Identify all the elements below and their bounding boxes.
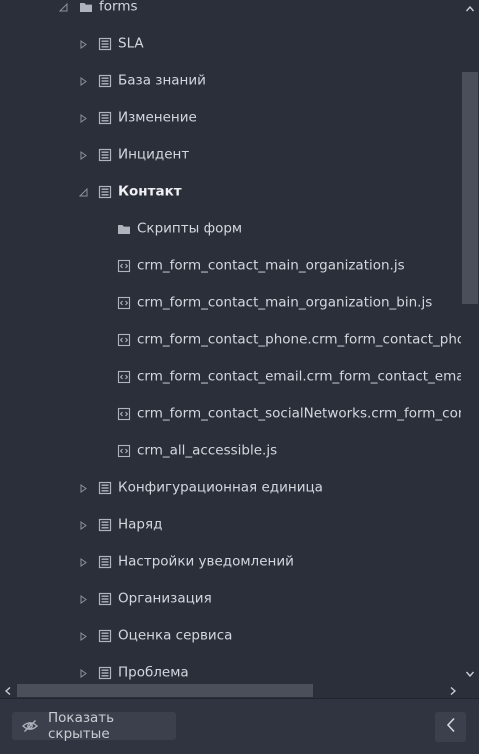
form-icon [98,518,112,532]
expand-arrow-right-icon[interactable] [78,76,88,86]
script-file-icon [117,370,131,384]
tree-item-label: Инцидент [118,146,190,163]
tree-row[interactable]: Проблема [0,658,461,683]
tree-row[interactable]: Инцидент [0,140,461,170]
tree-row[interactable]: SLA [0,29,461,59]
form-icon [98,555,112,569]
scroll-up-arrow-icon[interactable] [461,0,479,18]
scrollbar-corner [461,683,479,698]
tree-row[interactable]: forms [0,0,461,22]
tree-row[interactable]: crm_form_contact_main_organization.js [0,251,461,281]
tree-item-label: Конфигурационная единица [118,479,323,496]
expand-arrow-right-icon[interactable] [78,668,88,678]
tree-row[interactable]: Контакт [0,177,461,207]
script-file-icon [117,259,131,273]
expand-arrow-right-icon[interactable] [78,39,88,49]
show-hidden-button[interactable]: Показать скрытые [12,710,176,742]
expand-arrow-right-icon[interactable] [78,150,88,160]
tree-item-label: Настройки уведомлений [118,553,294,570]
tree-item-label: crm_all_accessible.js [137,442,278,459]
horizontal-scroll-thumb[interactable] [17,684,313,697]
form-icon [98,629,112,643]
collapse-panel-button[interactable] [435,712,466,742]
script-file-icon [117,407,131,421]
tree-row[interactable]: crm_form_contact_socialNetworks.crm_form… [0,399,461,429]
form-icon [98,37,112,51]
expand-arrow-right-icon[interactable] [78,113,88,123]
tree-row[interactable]: crm_form_contact_phone.crm_form_contact_… [0,325,461,355]
tree-row[interactable]: База знаний [0,66,461,96]
expand-arrow-right-icon[interactable] [78,631,88,641]
tree-row[interactable]: Оценка сервиса [0,621,461,651]
form-icon [98,185,112,199]
tree-item-label: crm_form_contact_phone.crm_form_contact_… [137,331,461,348]
tree-item-label: Скрипты форм [137,220,243,237]
tree-row[interactable]: Изменение [0,103,461,133]
tree-item-label: Оценка сервиса [118,627,233,644]
script-file-icon [117,333,131,347]
project-tree: forms SLA База знаний Изменение Инцидент Конт… [0,0,461,683]
tree-item-label: crm_form_contact_main_organization_bin.j… [137,294,433,311]
tree-row[interactable]: Наряд [0,510,461,540]
scroll-right-arrow-icon[interactable] [445,683,461,698]
chevron-left-icon [446,717,456,737]
tree-row[interactable]: crm_all_accessible.js [0,436,461,466]
tree-row[interactable]: Скрипты форм [0,214,461,244]
script-file-icon [117,444,131,458]
form-icon [98,592,112,606]
expand-arrow-right-icon[interactable] [78,557,88,567]
form-icon [98,666,112,680]
folder-icon [117,222,131,236]
tree-item-label: Организация [118,590,212,607]
tree-row[interactable]: Настройки уведомлений [0,547,461,577]
tree-item-label: Проблема [118,664,189,681]
expand-arrow-right-icon[interactable] [78,520,88,530]
form-icon [98,481,112,495]
expand-arrow-down-icon[interactable] [58,2,68,12]
vertical-scrollbar[interactable] [461,0,479,683]
form-icon [98,74,112,88]
expand-arrow-down-icon[interactable] [78,187,88,197]
tree-row[interactable]: crm_form_contact_email.crm_form_contact_… [0,362,461,392]
tree-item-label: crm_form_contact_email.crm_form_contact_… [137,368,461,385]
expand-arrow-right-icon[interactable] [78,594,88,604]
tree-item-label: SLA [118,35,144,52]
form-icon [98,148,112,162]
folder-icon [79,0,93,14]
show-hidden-label: Показать скрытые [48,710,115,742]
scroll-down-arrow-icon[interactable] [461,665,479,683]
vertical-scroll-thumb[interactable] [462,72,478,304]
tree-item-label: База знаний [118,72,206,89]
expand-arrow-right-icon[interactable] [78,483,88,493]
tree-item-label: Изменение [118,109,197,126]
form-icon [98,111,112,125]
bottom-toolbar: Показать скрытые [0,698,479,754]
tree-item-label: Контакт [118,183,182,200]
tree-item-label: crm_form_contact_socialNetworks.crm_form… [137,405,461,422]
tree-item-label: forms [99,0,138,15]
tree-item-label: crm_form_contact_main_organization.js [137,257,405,274]
tree-item-label: Наряд [118,516,163,533]
tree-row[interactable]: Конфигурационная единица [0,473,461,503]
tree-row[interactable]: crm_form_contact_main_organization_bin.j… [0,288,461,318]
tree-row[interactable]: Организация [0,584,461,614]
eye-slash-icon [22,718,38,734]
script-file-icon [117,296,131,310]
scroll-left-arrow-icon[interactable] [0,683,16,698]
horizontal-scrollbar[interactable] [0,683,461,698]
